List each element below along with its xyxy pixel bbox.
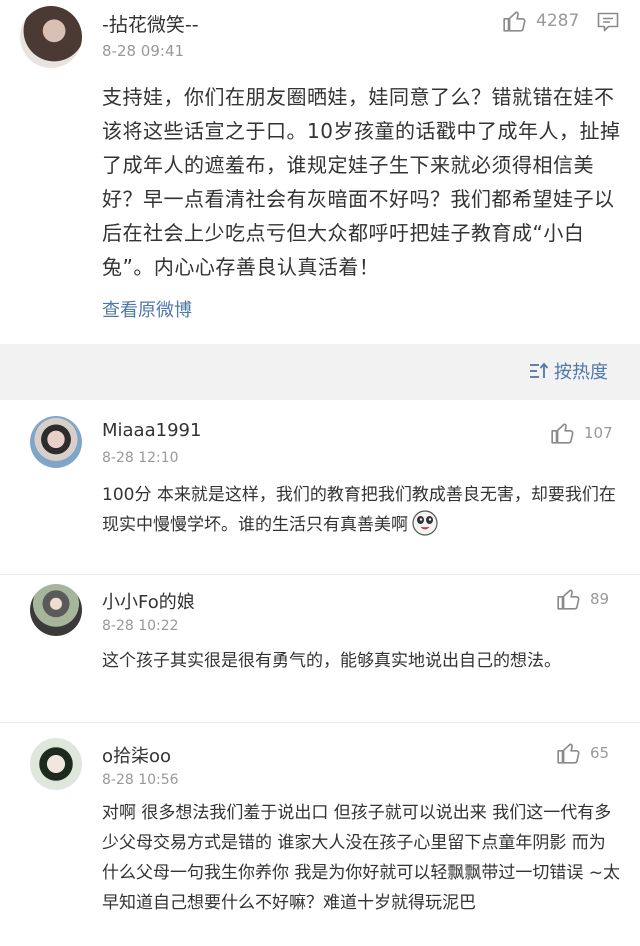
- like-count: 89: [590, 590, 610, 608]
- timestamp: 8-28 09:41: [102, 42, 185, 60]
- avatar[interactable]: [30, 584, 82, 636]
- timestamp: 8-28 10:22: [102, 618, 179, 634]
- like-count: 107: [584, 424, 613, 442]
- post-text: 支持娃，你们在朋友圈晒娃，娃同意了么？错就错在娃不该将这些话宣之于口。10岁孩童…: [102, 85, 621, 279]
- like-button[interactable]: 65: [556, 740, 609, 766]
- sort-button[interactable]: 按热度: [528, 358, 608, 384]
- divider: [0, 574, 640, 575]
- thumbs-up-icon: [503, 11, 526, 32]
- comment-button[interactable]: [596, 10, 620, 38]
- comment-icon: [597, 12, 619, 32]
- timestamp: 8-28 12:10: [102, 450, 179, 466]
- like-button[interactable]: 4287: [502, 8, 579, 34]
- username[interactable]: o拾柒oo: [102, 742, 171, 768]
- comment-item: 小小Fo的娘 8-28 10:22 89 这个孩子其实很是很有勇气的，能够真实地…: [0, 584, 640, 724]
- avatar[interactable]: [30, 738, 82, 790]
- view-original-link[interactable]: 查看原微博: [102, 296, 192, 322]
- like-count: 4287: [536, 11, 580, 31]
- comment-item: Miaaa1991 8-28 12:10 107 100分 本来就是这样，我们的…: [0, 416, 640, 576]
- sort-icon: [530, 362, 549, 378]
- avatar[interactable]: [20, 6, 82, 68]
- emoji-icon: [412, 510, 438, 536]
- like-button[interactable]: 107: [550, 420, 613, 446]
- username[interactable]: 小小Fo的娘: [102, 588, 195, 614]
- divider: [0, 722, 640, 723]
- thumbs-up-icon: [557, 589, 580, 610]
- sort-bar: 按热度: [0, 344, 640, 400]
- comment-text: 这个孩子其实很是很有勇气的，能够真实地说出自己的想法。: [102, 651, 561, 671]
- thumbs-up-icon: [551, 423, 574, 444]
- avatar[interactable]: [30, 416, 82, 468]
- username[interactable]: -拈花微笑--: [102, 10, 199, 37]
- like-button[interactable]: 89: [556, 586, 609, 612]
- comment-text-content: 100分 本来就是这样，我们的教育把我们教成善良无害，却要我们在现实中慢慢学坏。…: [102, 485, 616, 535]
- comment-text: 100分 本来就是这样，我们的教育把我们教成善良无害，却要我们在现实中慢慢学坏。…: [102, 480, 622, 540]
- thumbs-up-icon: [557, 743, 580, 764]
- sort-label: 按热度: [554, 362, 608, 383]
- like-count: 65: [590, 744, 610, 762]
- username[interactable]: Miaaa1991: [102, 420, 201, 441]
- comment-item: o拾柒oo 8-28 10:56 65 对啊 很多想法我们羞于说出口 但孩子就可…: [0, 738, 640, 946]
- timestamp: 8-28 10:56: [102, 772, 179, 788]
- main-post: -拈花微笑-- 8-28 09:41 4287 支持娃，你们在朋友圈晒娃，娃同意…: [0, 0, 640, 344]
- comment-text: 对啊 很多想法我们羞于说出口 但孩子就可以说出来 我们这一代有多少父母交易方式是…: [102, 803, 621, 913]
